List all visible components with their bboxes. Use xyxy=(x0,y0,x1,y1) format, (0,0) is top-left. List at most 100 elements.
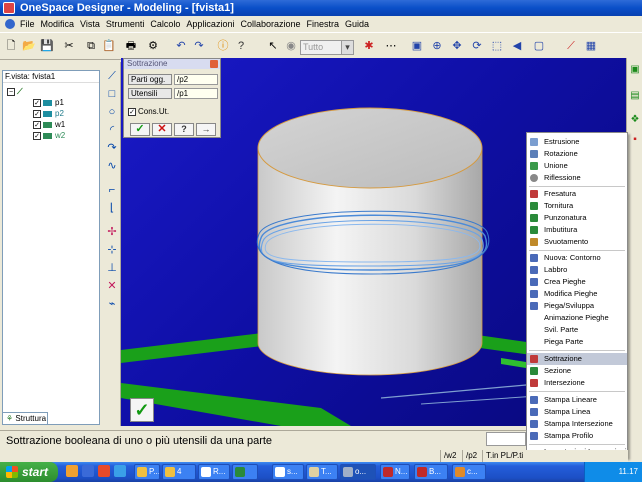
workplane-tool-icon[interactable]: ▣ xyxy=(629,64,641,76)
taskbar-item[interactable] xyxy=(232,464,258,480)
trim-tool-icon[interactable]: ⌁ xyxy=(106,298,118,310)
cut-icon[interactable]: ✂ xyxy=(62,39,76,53)
print-icon[interactable]: 🖶 xyxy=(124,39,138,53)
tree-root[interactable]: − ⟋ xyxy=(7,87,23,97)
menu-item-imbutitura[interactable]: Imbutitura xyxy=(527,224,627,236)
menu-item-svil-parte[interactable]: Svil. Parte xyxy=(527,324,627,336)
fit-view-icon[interactable]: ▣ xyxy=(410,39,424,53)
visibility-checkbox[interactable]: ✓ xyxy=(33,109,41,118)
tree-item-p2[interactable]: ✓ p2 xyxy=(33,109,64,119)
dimension-tool-icon[interactable]: ⊹ xyxy=(106,244,118,256)
dialog-close-icon[interactable] xyxy=(210,60,218,68)
menu-item-estrusione[interactable]: Estrusione xyxy=(527,136,627,148)
paste-icon[interactable]: 📋 xyxy=(102,39,116,53)
menu-file[interactable]: File xyxy=(17,16,38,32)
menu-guida[interactable]: Guida xyxy=(342,16,372,32)
undo-icon[interactable]: ↶ xyxy=(174,39,188,53)
open-folder-icon[interactable]: 📂 xyxy=(22,39,36,53)
previous-view-icon[interactable]: ◀ xyxy=(510,39,524,53)
pointer-icon[interactable]: ↖ xyxy=(266,39,280,53)
visibility-checkbox[interactable]: ✓ xyxy=(33,131,41,140)
quicklaunch-icon[interactable] xyxy=(98,465,110,477)
menu-applicazioni[interactable]: Applicazioni xyxy=(183,16,237,32)
visibility-checkbox[interactable]: ✓ xyxy=(33,98,41,107)
menu-item-stampa-linea[interactable]: Stampa Linea xyxy=(527,406,627,418)
visibility-checkbox[interactable]: ✓ xyxy=(33,120,41,129)
menu-item-tornitura[interactable]: Tornitura xyxy=(527,200,627,212)
tools-field[interactable]: /p1 xyxy=(174,88,218,99)
menu-item-sezione[interactable]: Sezione xyxy=(527,365,627,377)
view-options-icon[interactable]: ⋯ xyxy=(384,39,398,53)
menu-item-modifica-pieghe[interactable]: Modifica Pieghe xyxy=(527,288,627,300)
redo-icon[interactable]: ↷ xyxy=(192,39,206,53)
menu-item-stampa-lineare[interactable]: Stampa Lineare xyxy=(527,394,627,406)
menu-item-unione[interactable]: Unione xyxy=(527,160,627,172)
parts-field[interactable]: /p2 xyxy=(174,74,218,85)
menu-item-stampa-profilo[interactable]: Stampa Profilo xyxy=(527,430,627,442)
assembly-tool-icon[interactable]: ❖ xyxy=(629,114,641,126)
step-tool-icon[interactable]: ⌐ xyxy=(106,184,118,196)
menu-item-nuova-contorno[interactable]: Nuova: Contorno xyxy=(527,252,627,264)
point-tool-icon[interactable]: ✢ xyxy=(106,226,118,238)
fillet-tool-icon[interactable]: ↷ xyxy=(106,142,118,154)
rectangle-tool-icon[interactable]: □ xyxy=(106,88,118,100)
line-tool-icon[interactable]: ⟋ xyxy=(106,70,118,82)
taskbar-item[interactable]: 4 xyxy=(162,464,196,480)
info-icon[interactable]: ⓘ xyxy=(216,39,230,53)
calculator-icon[interactable]: ▦ xyxy=(584,39,598,53)
taskbar-item[interactable]: R... xyxy=(198,464,230,480)
taskbar-item[interactable]: s... xyxy=(272,464,304,480)
menu-calcolo[interactable]: Calcolo xyxy=(147,16,183,32)
menu-item-punzonatura[interactable]: Punzonatura xyxy=(527,212,627,224)
cons-ut-option[interactable]: ✓ Cons.Ut. xyxy=(128,107,169,117)
tree-item-w1[interactable]: ✓ w1 xyxy=(33,120,65,130)
selection-icon[interactable]: ◉ xyxy=(284,39,298,53)
chamfer-tool-icon[interactable]: ⌊ xyxy=(106,202,118,214)
ruler-icon[interactable]: ⟋ xyxy=(564,39,578,53)
pin-icon[interactable]: → xyxy=(196,123,216,136)
taskbar-item-active[interactable]: o... xyxy=(340,464,376,480)
menu-modifica[interactable]: Modifica xyxy=(38,16,78,32)
menu-item-animazione-pieghe[interactable]: Animazione Pieghe xyxy=(527,312,627,324)
taskbar-item[interactable]: N... xyxy=(380,464,410,480)
menu-item-riflessione[interactable]: Riflessione xyxy=(527,172,627,184)
view-icon[interactable]: ▢ xyxy=(532,39,546,53)
menu-vista[interactable]: Vista xyxy=(77,16,103,32)
settings-tool-icon[interactable]: ⚙ xyxy=(146,39,160,53)
command-input[interactable] xyxy=(486,432,526,446)
tab-struttura[interactable]: ⚘ Struttura xyxy=(2,412,48,425)
taskbar-item[interactable]: P... xyxy=(134,464,160,480)
save-icon[interactable]: 💾 xyxy=(40,39,54,53)
parts-button[interactable]: Parti ogg. xyxy=(128,74,172,85)
help-icon[interactable]: ? xyxy=(174,123,194,136)
menu-item-piega-sviluppa[interactable]: Piega/Sviluppa xyxy=(527,300,627,312)
tools-button[interactable]: Utensili xyxy=(128,88,172,99)
circle-tool-icon[interactable]: ○ xyxy=(106,106,118,118)
menu-item-labbro[interactable]: Labbro xyxy=(527,264,627,276)
menu-collaborazione[interactable]: Collaborazione xyxy=(237,16,303,32)
tree-item-w2[interactable]: ✓ w2 xyxy=(33,131,65,141)
spline-tool-icon[interactable]: ∿ xyxy=(106,160,118,172)
zoom-area-icon[interactable]: ⬚ xyxy=(490,39,504,53)
arc-tool-icon[interactable]: ◜ xyxy=(106,124,118,136)
menu-finestra[interactable]: Finestra xyxy=(304,16,343,32)
menu-item-stampa-intersezione[interactable]: Stampa Intersezione xyxy=(527,418,627,430)
cons-ut-checkbox[interactable]: ✓ xyxy=(128,107,136,116)
rotate-icon[interactable]: ⟳ xyxy=(470,39,484,53)
collapse-icon[interactable]: − xyxy=(7,87,15,96)
menu-item-sottrazione[interactable]: Sottrazione xyxy=(527,353,627,365)
zoom-icon[interactable]: ⊕ xyxy=(430,39,444,53)
menu-item-piega-parte[interactable]: Piega Parte xyxy=(527,336,627,348)
menu-strumenti[interactable]: Strumenti xyxy=(103,16,148,32)
menu-item-rotazione[interactable]: Rotazione xyxy=(527,148,627,160)
menu-item-intersezione[interactable]: Intersezione xyxy=(527,377,627,389)
part-tool-icon[interactable]: ▤ xyxy=(629,90,641,102)
help-icon[interactable]: ? xyxy=(234,39,248,53)
quicklaunch-icon[interactable] xyxy=(66,465,78,477)
menu-item-svuotamento[interactable]: Svuotamento xyxy=(527,236,627,248)
ok-icon[interactable]: ✓ xyxy=(130,123,150,136)
new-file-icon[interactable]: 🗋 xyxy=(4,39,18,53)
tree-item-p1[interactable]: ✓ p1 xyxy=(33,98,64,108)
selection-filter-select[interactable]: Tutto ▾ xyxy=(300,40,354,55)
menu-item-fresatura[interactable]: Fresatura xyxy=(527,188,627,200)
